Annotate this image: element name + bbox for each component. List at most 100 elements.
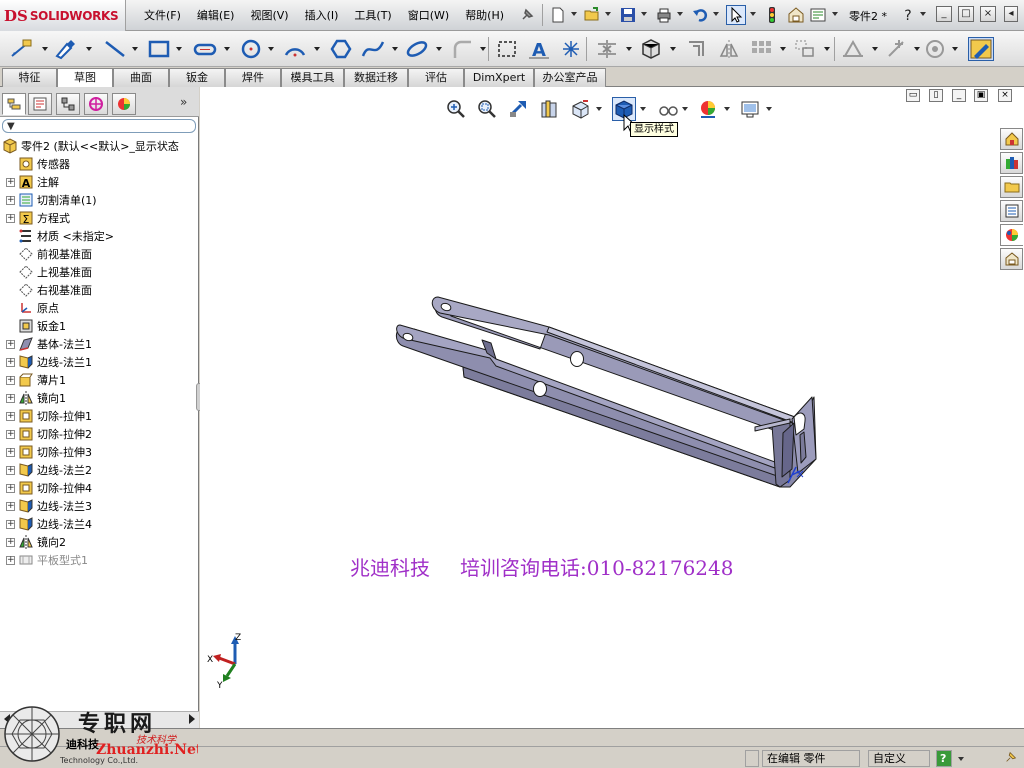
tree-item[interactable]: 材质 <未指定> bbox=[6, 227, 114, 245]
tree-item[interactable]: + Σ 方程式 bbox=[6, 209, 70, 227]
display-relations-icon[interactable] bbox=[840, 37, 866, 61]
tab-weldments[interactable]: 焊件 bbox=[225, 68, 281, 87]
tree-item[interactable]: + 边线-法兰3 bbox=[6, 497, 92, 515]
tree-item[interactable]: + 切除-拉伸1 bbox=[6, 407, 92, 425]
sketch-tool-icon[interactable] bbox=[52, 37, 78, 61]
tree-item[interactable]: 原点 bbox=[6, 299, 59, 317]
tree-item[interactable]: 右视基准面 bbox=[6, 281, 92, 299]
restore-window-button[interactable]: □ bbox=[958, 6, 974, 22]
solidworks-resources-icon[interactable] bbox=[1000, 128, 1023, 150]
tree-expand-toggle[interactable]: + bbox=[6, 195, 15, 205]
options-icon[interactable] bbox=[808, 5, 828, 25]
help-status-icon[interactable]: ? bbox=[936, 750, 952, 767]
panel-expand-chevron-icon[interactable]: » bbox=[180, 95, 187, 109]
menu-insert[interactable]: 插入(I) bbox=[297, 7, 347, 23]
tab-office-products[interactable]: 办公室产品 bbox=[534, 68, 606, 87]
menu-tools[interactable]: 工具(T) bbox=[346, 7, 399, 23]
rapid-sketch-icon[interactable] bbox=[922, 37, 948, 61]
tree-item[interactable]: + 切割清单(1) bbox=[6, 191, 97, 209]
dimxpert-manager-tab[interactable] bbox=[84, 93, 108, 115]
text-icon[interactable]: A bbox=[526, 37, 552, 61]
tree-item[interactable]: + 平板型式1 bbox=[6, 551, 88, 569]
sheet-metal-part-model[interactable] bbox=[200, 87, 1024, 728]
offset-entities-icon[interactable] bbox=[684, 37, 710, 61]
close-window-button[interactable]: × bbox=[980, 6, 996, 22]
solidworks-logo[interactable]: DS SOLIDWORKS bbox=[0, 0, 126, 31]
tree-expand-toggle[interactable]: + bbox=[6, 177, 15, 187]
tree-item[interactable]: 上视基准面 bbox=[6, 263, 92, 281]
tree-expand-toggle[interactable]: + bbox=[6, 465, 15, 475]
custom-properties-icon[interactable] bbox=[1000, 248, 1023, 270]
sketch-fillet-icon[interactable] bbox=[450, 37, 476, 61]
tree-item[interactable]: + 基体-法兰1 bbox=[6, 335, 92, 353]
tree-expand-toggle[interactable]: + bbox=[6, 483, 15, 493]
convert-entities-icon[interactable] bbox=[638, 37, 664, 61]
point-icon[interactable] bbox=[558, 37, 584, 61]
tree-item[interactable]: 钣金1 bbox=[6, 317, 66, 335]
tree-item[interactable]: 前视基准面 bbox=[6, 245, 92, 263]
tree-item[interactable]: + 镜向2 bbox=[6, 533, 66, 551]
tab-evaluate[interactable]: 评估 bbox=[408, 68, 464, 87]
new-document-icon[interactable] bbox=[548, 5, 568, 25]
construction-geometry-icon[interactable] bbox=[494, 37, 520, 61]
exit-sketch-icon[interactable] bbox=[968, 37, 994, 61]
save-icon[interactable] bbox=[618, 5, 638, 25]
menu-file[interactable]: 文件(F) bbox=[136, 7, 189, 23]
ellipse-icon[interactable] bbox=[404, 37, 430, 61]
file-properties-icon[interactable] bbox=[786, 5, 806, 25]
tree-item[interactable]: + 边线-法兰1 bbox=[6, 353, 92, 371]
tab-dimxpert[interactable]: DimXpert bbox=[464, 68, 534, 87]
pin-icon[interactable] bbox=[517, 5, 537, 25]
expand-window-button[interactable]: ◂ bbox=[1004, 6, 1018, 22]
rectangle-icon[interactable] bbox=[146, 37, 172, 61]
tree-item[interactable]: + 切除-拉伸2 bbox=[6, 425, 92, 443]
display-manager-tab[interactable] bbox=[112, 93, 136, 115]
mirror-entities-icon[interactable] bbox=[716, 37, 742, 61]
tree-item[interactable]: + A 注解 bbox=[6, 173, 59, 191]
menu-help[interactable]: 帮助(H) bbox=[457, 7, 512, 23]
tree-expand-toggle[interactable]: + bbox=[6, 501, 15, 511]
menu-view[interactable]: 视图(V) bbox=[242, 7, 296, 23]
tree-expand-toggle[interactable]: + bbox=[6, 393, 15, 403]
appearances-scenes-icon[interactable] bbox=[1000, 224, 1023, 246]
spline-icon[interactable] bbox=[360, 37, 386, 61]
tree-item[interactable]: + 切除-拉伸3 bbox=[6, 443, 92, 461]
tree-expand-toggle[interactable]: + bbox=[6, 213, 15, 223]
arc-icon[interactable] bbox=[282, 37, 308, 61]
feature-manager-tab[interactable] bbox=[2, 93, 26, 115]
move-entities-icon[interactable] bbox=[792, 37, 818, 61]
slot-icon[interactable] bbox=[192, 37, 218, 61]
tree-expand-toggle[interactable]: + bbox=[6, 537, 15, 547]
tab-mold-tools[interactable]: 模具工具 bbox=[281, 68, 344, 87]
tree-expand-toggle[interactable]: + bbox=[6, 375, 15, 385]
minimize-window-button[interactable]: _ bbox=[936, 6, 952, 22]
select-arrow-icon[interactable] bbox=[726, 5, 746, 25]
undo-icon[interactable] bbox=[690, 5, 710, 25]
polygon-icon[interactable] bbox=[328, 37, 354, 61]
feature-tree-filter-input[interactable]: ▼ bbox=[2, 119, 196, 133]
circle-icon[interactable] bbox=[238, 37, 264, 61]
property-manager-tab[interactable] bbox=[28, 93, 52, 115]
status-units-text[interactable]: 自定义 bbox=[868, 750, 930, 767]
view-palette-icon[interactable] bbox=[1000, 200, 1023, 222]
tree-item[interactable]: + 切除-拉伸4 bbox=[6, 479, 92, 497]
configuration-manager-tab[interactable] bbox=[56, 93, 80, 115]
menu-edit[interactable]: 编辑(E) bbox=[189, 7, 243, 23]
tab-sheet-metal[interactable]: 钣金 bbox=[169, 68, 225, 87]
tree-expand-toggle[interactable]: + bbox=[6, 519, 15, 529]
print-icon[interactable] bbox=[654, 5, 674, 25]
trim-entities-icon[interactable] bbox=[594, 37, 620, 61]
tree-item[interactable]: 传感器 bbox=[6, 155, 70, 173]
tree-expand-toggle[interactable]: + bbox=[6, 429, 15, 439]
quick-snaps-icon[interactable] bbox=[884, 37, 910, 61]
tab-surfaces[interactable]: 曲面 bbox=[113, 68, 169, 87]
pin-status-icon[interactable] bbox=[1000, 750, 1018, 767]
design-library-icon[interactable] bbox=[1000, 152, 1023, 174]
tree-item[interactable]: 零件2 (默认<<默认>_显示状态 bbox=[2, 137, 179, 155]
tree-expand-toggle[interactable]: + bbox=[6, 555, 15, 565]
smart-dimension-icon[interactable] bbox=[8, 37, 34, 61]
linear-pattern-icon[interactable] bbox=[748, 37, 774, 61]
menu-window[interactable]: 窗口(W) bbox=[400, 7, 457, 23]
tab-data-migration[interactable]: 数据迁移 bbox=[344, 68, 408, 87]
tree-expand-toggle[interactable]: + bbox=[6, 357, 15, 367]
